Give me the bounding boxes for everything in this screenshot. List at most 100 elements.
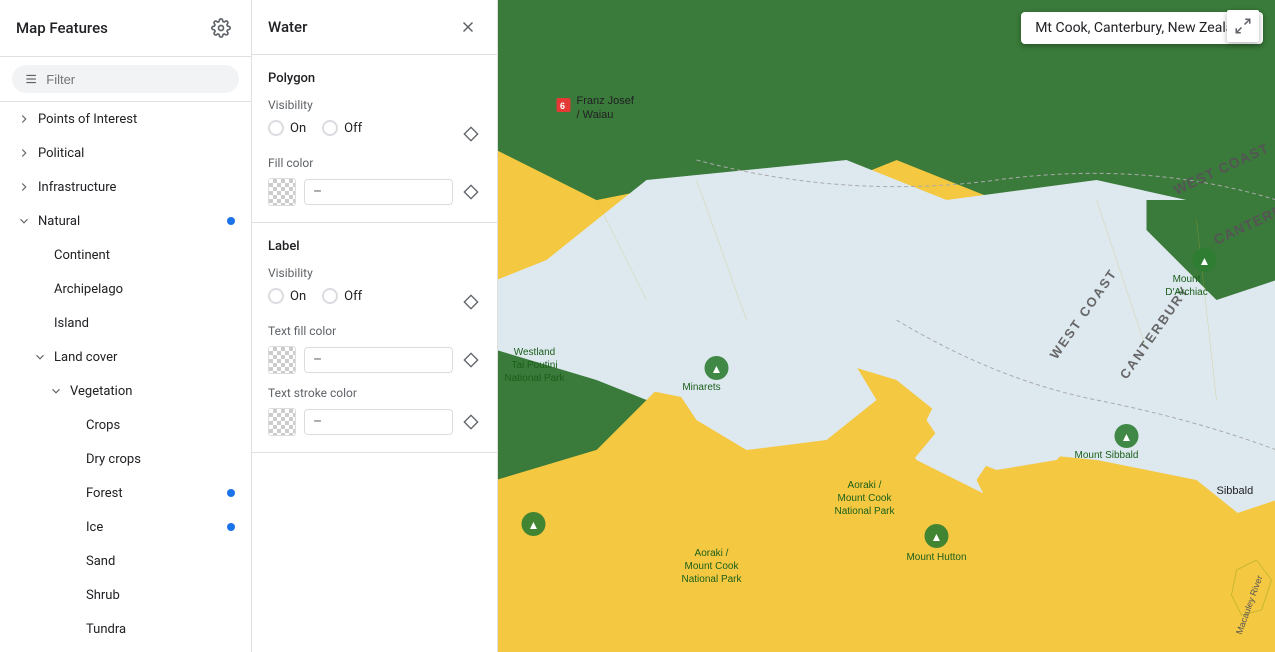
polygon-visibility-diamond[interactable] (461, 124, 481, 144)
label-section: Label Visibility On Off Text fill color (252, 223, 497, 453)
svg-text:Tai Poutini: Tai Poutini (511, 360, 557, 371)
sidebar: Map Features Points of Interest Political… (0, 0, 252, 652)
svg-text:▲: ▲ (1199, 254, 1211, 268)
svg-text:Mount Hutton: Mount Hutton (906, 552, 966, 563)
sidebar-header: Map Features (0, 0, 251, 57)
polygon-off-radio[interactable] (322, 120, 338, 136)
sidebar-item-tundra[interactable]: Tundra (0, 612, 251, 646)
arrow-icon-crops (64, 417, 80, 433)
filter-input[interactable] (46, 72, 227, 87)
sidebar-item-label-natural: Natural (38, 214, 227, 229)
sidebar-item-label-infrastructure: Infrastructure (38, 180, 235, 195)
arrow-icon-forest (64, 485, 80, 501)
sidebar-item-vegetation[interactable]: Vegetation (0, 374, 251, 408)
sidebar-item-shrub[interactable]: Shrub (0, 578, 251, 612)
sidebar-item-forest[interactable]: Forest (0, 476, 251, 510)
label-off-option[interactable]: Off (322, 288, 362, 304)
text-stroke-color-field[interactable]: – (304, 409, 453, 435)
text-fill-color-field[interactable]: – (304, 347, 453, 373)
detail-panel: Water Polygon Visibility On Off (252, 0, 498, 652)
sidebar-item-continent[interactable]: Continent (0, 238, 251, 272)
sidebar-item-archipelago[interactable]: Archipelago (0, 272, 251, 306)
label-visibility-row: On Off (268, 288, 481, 316)
text-fill-color-row: – (268, 346, 481, 374)
label-on-radio[interactable] (268, 288, 284, 304)
sidebar-item-land-cover[interactable]: Land cover (0, 340, 251, 374)
arrow-icon-continent (32, 247, 48, 263)
map-canvas[interactable]: WEST COAST CANTERBURY WEST COAST CANTERB… (498, 0, 1275, 652)
fill-color-swatch[interactable] (268, 178, 296, 206)
sidebar-item-points-of-interest[interactable]: Points of Interest (0, 102, 251, 136)
label-off-radio[interactable] (322, 288, 338, 304)
polygon-on-radio[interactable] (268, 120, 284, 136)
arrow-icon-natural (16, 213, 32, 229)
fill-color-field[interactable]: – (304, 179, 453, 205)
arrow-icon-island (32, 315, 48, 331)
label-title: Label (268, 239, 481, 254)
text-fill-color-swatch[interactable] (268, 346, 296, 374)
filter-icon (24, 71, 38, 87)
sidebar-item-label-forest: Forest (86, 486, 227, 501)
sidebar-item-crops[interactable]: Crops (0, 408, 251, 442)
svg-text:National Park: National Park (834, 506, 895, 517)
map-expand-button[interactable] (1227, 10, 1259, 42)
text-fill-color-value: – (313, 352, 444, 368)
svg-text:Mount Sibbald: Mount Sibbald (1075, 450, 1139, 461)
close-button[interactable] (455, 14, 481, 40)
svg-text:Aoraki /: Aoraki / (695, 548, 729, 559)
svg-text:6: 6 (560, 101, 565, 111)
polygon-on-option[interactable]: On (268, 120, 306, 136)
expand-icon (1234, 17, 1252, 35)
sidebar-item-natural[interactable]: Natural (0, 204, 251, 238)
svg-text:Mount Cook: Mount Cook (685, 561, 740, 572)
polygon-title: Polygon (268, 71, 481, 86)
text-fill-diamond[interactable] (461, 350, 481, 370)
label-on-label: On (290, 289, 306, 304)
svg-text:D'Archiac: D'Archiac (1165, 287, 1207, 298)
text-fill-color-label: Text fill color (268, 324, 481, 338)
arrow-icon-land-cover (32, 349, 48, 365)
filter-bar (0, 57, 251, 102)
svg-text:/ Waiau: / Waiau (577, 109, 614, 121)
modified-dot-forest (227, 489, 235, 497)
modified-dot-ice (227, 523, 235, 531)
text-stroke-color-value: – (313, 414, 444, 430)
fill-color-diamond[interactable] (461, 182, 481, 202)
fill-color-value: – (313, 184, 444, 200)
label-on-option[interactable]: On (268, 288, 306, 304)
fill-color-row: – (268, 178, 481, 206)
polygon-off-label: Off (344, 121, 362, 136)
svg-text:National Park: National Park (504, 373, 565, 384)
svg-text:▲: ▲ (528, 518, 540, 532)
label-radio-group: On Off (268, 288, 362, 304)
text-stroke-diamond[interactable] (461, 412, 481, 432)
polygon-off-option[interactable]: Off (322, 120, 362, 136)
sidebar-title: Map Features (16, 19, 108, 37)
label-visibility-diamond[interactable] (461, 292, 481, 312)
svg-text:Franz Josef: Franz Josef (577, 95, 635, 107)
text-stroke-color-swatch[interactable] (268, 408, 296, 436)
sidebar-item-infrastructure[interactable]: Infrastructure (0, 170, 251, 204)
sidebar-item-ice[interactable]: Ice (0, 510, 251, 544)
sidebar-item-label-continent: Continent (54, 248, 235, 263)
arrow-icon-points-of-interest (16, 111, 32, 127)
text-stroke-color-label: Text stroke color (268, 386, 481, 400)
sidebar-item-sand[interactable]: Sand (0, 544, 251, 578)
sidebar-item-label-dry-crops: Dry crops (86, 452, 235, 467)
sidebar-item-label-archipelago: Archipelago (54, 282, 235, 297)
sidebar-item-political[interactable]: Political (0, 136, 251, 170)
panel-title: Water (268, 18, 307, 36)
sidebar-item-label-shrub: Shrub (86, 588, 235, 603)
label-off-label: Off (344, 289, 362, 304)
sidebar-item-dry-crops[interactable]: Dry crops (0, 442, 251, 476)
arrow-icon-shrub (64, 587, 80, 603)
sidebar-item-label-ice: Ice (86, 520, 227, 535)
sidebar-item-label-vegetation: Vegetation (70, 384, 235, 399)
gear-button[interactable] (207, 14, 235, 42)
arrow-icon-archipelago (32, 281, 48, 297)
sidebar-item-label-points-of-interest: Points of Interest (38, 112, 235, 127)
sidebar-item-island[interactable]: Island (0, 306, 251, 340)
sidebar-item-water[interactable]: Water (0, 646, 251, 652)
polygon-on-label: On (290, 121, 306, 136)
svg-text:▲: ▲ (931, 530, 943, 544)
